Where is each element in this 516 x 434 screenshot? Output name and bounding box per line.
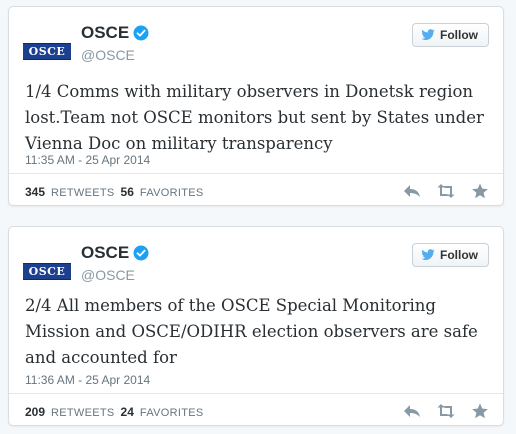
avatar[interactable]: OSCE (23, 247, 71, 295)
bird-icon (421, 29, 435, 41)
retweet-icon[interactable] (437, 183, 455, 199)
display-name[interactable]: OSCE (81, 23, 129, 43)
favorite-count[interactable]: 24 (121, 405, 134, 419)
tweet-card: OSCE OSCE @OSCE Follow 1/4 Comms with mi… (8, 6, 504, 206)
tweet-text: 2/4 All members of the OSCE Special Moni… (25, 296, 478, 367)
verified-icon (133, 245, 149, 261)
avatar[interactable]: OSCE (23, 27, 71, 75)
timestamp[interactable]: 11:35 AM - 25 Apr 2014 (25, 153, 150, 167)
handle[interactable]: @OSCE (81, 267, 135, 283)
reply-icon[interactable] (403, 403, 421, 419)
osce-logo: OSCE (23, 262, 71, 280)
tweet-text: 1/4 Comms with military observers in Don… (25, 82, 484, 153)
verified-icon (133, 25, 149, 41)
tweet-stats: 345 RETWEETS 56 FAVORITES (25, 185, 204, 199)
reply-icon[interactable] (403, 183, 421, 199)
name-row: OSCE (81, 23, 149, 43)
retweet-label[interactable]: RETWEETS (51, 407, 115, 419)
retweet-count[interactable]: 345 (25, 185, 45, 199)
follow-button[interactable]: Follow (412, 243, 489, 267)
divider (9, 393, 503, 394)
tweet-actions (403, 403, 489, 419)
favorite-label[interactable]: FAVORITES (140, 407, 204, 419)
handle[interactable]: @OSCE (81, 47, 135, 63)
follow-label: Follow (440, 28, 478, 42)
retweet-label[interactable]: RETWEETS (51, 187, 115, 199)
bird-icon (421, 249, 435, 261)
favorite-label[interactable]: FAVORITES (140, 187, 204, 199)
display-name[interactable]: OSCE (81, 243, 129, 263)
favorite-icon[interactable] (471, 403, 489, 419)
timestamp[interactable]: 11:36 AM - 25 Apr 2014 (25, 373, 150, 387)
follow-button[interactable]: Follow (412, 23, 489, 47)
retweet-icon[interactable] (437, 403, 455, 419)
favorite-icon[interactable] (471, 183, 489, 199)
osce-logo: OSCE (23, 42, 71, 60)
name-row: OSCE (81, 243, 149, 263)
tweet-stats: 209 RETWEETS 24 FAVORITES (25, 405, 204, 419)
divider (9, 173, 503, 174)
tweet-feed: OSCE OSCE @OSCE Follow 1/4 Comms with mi… (0, 0, 516, 434)
follow-label: Follow (440, 248, 478, 262)
favorite-count[interactable]: 56 (121, 185, 134, 199)
tweet-card: OSCE OSCE @OSCE Follow 2/4 All members o… (8, 226, 504, 426)
retweet-count[interactable]: 209 (25, 405, 45, 419)
tweet-actions (403, 183, 489, 199)
